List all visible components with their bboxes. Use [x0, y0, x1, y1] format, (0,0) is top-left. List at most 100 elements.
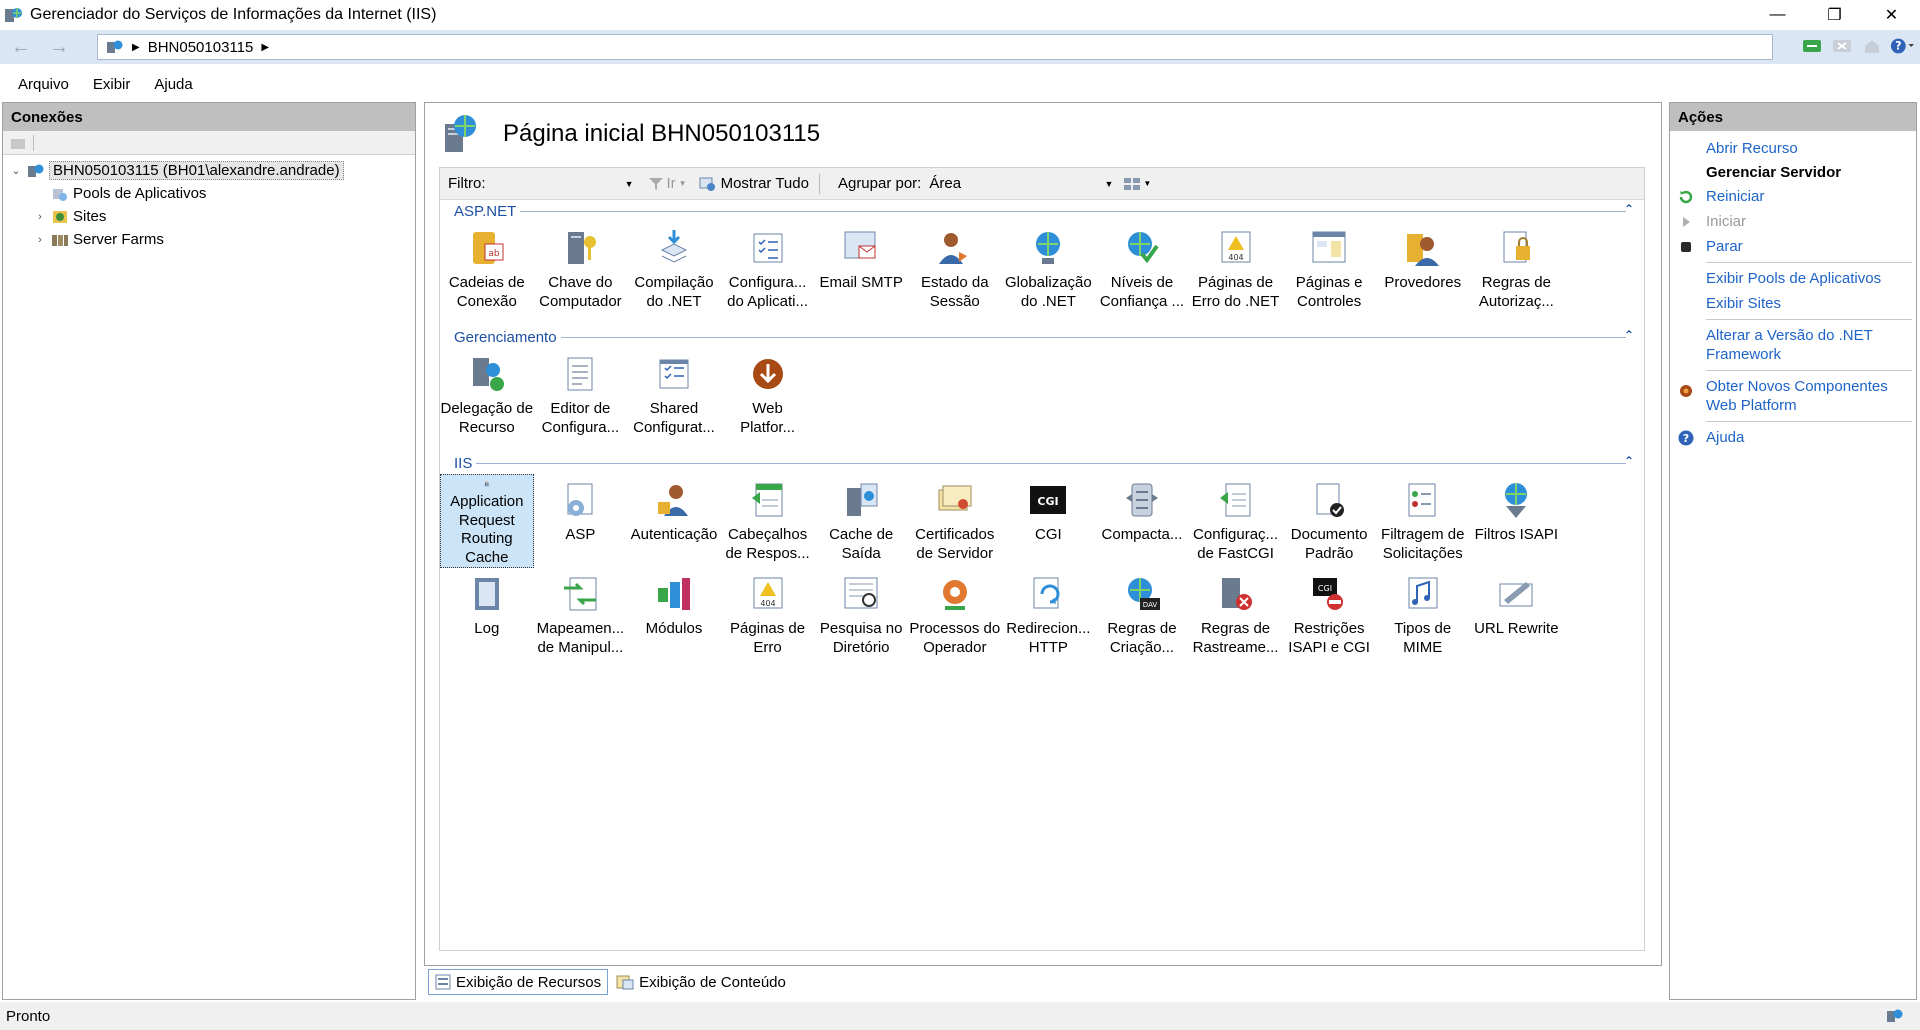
tree-node-server[interactable]: ⌄ BHN050103115 (BH01\alexandre.andrade)	[3, 159, 415, 182]
expand-icon[interactable]: ›	[33, 234, 47, 246]
group-by-select[interactable]: Área ▼	[929, 175, 1113, 192]
feature-worker-processes[interactable]: Processos do Operador	[908, 568, 1002, 668]
feature-directory-browsing[interactable]: Pesquisa no Diretório	[814, 568, 908, 668]
feature-app-settings[interactable]: Configura... do Aplicati...	[721, 222, 815, 322]
feature-net-error-pages[interactable]: 404 Páginas de Erro do .NET	[1189, 222, 1283, 322]
breadcrumb-separator[interactable]: ▶	[261, 42, 269, 53]
feature-logging[interactable]: Log	[440, 568, 534, 668]
collapse-group-icon[interactable]: ⌃	[1624, 328, 1634, 342]
feature-handler-mappings[interactable]: Mapeamen... de Manipul...	[534, 568, 628, 668]
group-header-management[interactable]: Gerenciamento ⌃	[440, 326, 1644, 348]
feature-fastcgi-settings[interactable]: Configuraç... de FastCGI	[1189, 474, 1283, 568]
tree-node-server-farms[interactable]: › Server Farms	[3, 228, 415, 251]
menu-file[interactable]: Arquivo	[18, 76, 69, 93]
connect-icon[interactable]	[1800, 34, 1824, 58]
view-app-pools-link[interactable]: Exibir Pools de Aplicativos	[1670, 269, 1916, 288]
breadcrumb-separator[interactable]: ▶	[132, 42, 140, 53]
view-sites-link[interactable]: Exibir Sites	[1670, 294, 1916, 313]
feature-machine-key[interactable]: Chave do Computador	[534, 222, 628, 322]
window-title: Gerenciador do Serviços de Informações d…	[30, 6, 437, 23]
start-link[interactable]: Iniciar	[1670, 212, 1916, 231]
feature-authentication[interactable]: Autenticação	[627, 474, 721, 568]
breadcrumb-server[interactable]: BHN050103115	[148, 39, 254, 56]
forward-button[interactable]: →	[42, 34, 76, 60]
feature-pages-controls[interactable]: Páginas e Controles	[1282, 222, 1376, 322]
disconnect-icon[interactable]	[1830, 34, 1854, 58]
feature-default-document[interactable]: Documento Padrão	[1282, 474, 1376, 568]
feature-connection-strings[interactable]: ab Cadeias de Conexão	[440, 222, 534, 322]
dropdown-icon[interactable]: ▼	[1143, 179, 1151, 188]
feature-isapi-filters[interactable]: Filtros ISAPI	[1470, 474, 1564, 568]
feature-smtp-email[interactable]: Email SMTP	[814, 222, 908, 322]
feature-url-rewrite[interactable]: URL Rewrite	[1470, 568, 1564, 668]
connect-icon[interactable]	[9, 135, 27, 151]
tree-label-sites[interactable]: Sites	[73, 208, 106, 225]
filter-input[interactable]: ▼	[490, 173, 638, 195]
help-dropdown-icon[interactable]: ?	[1890, 34, 1914, 58]
tree-label-server[interactable]: BHN050103115 (BH01\alexandre.andrade)	[49, 161, 344, 180]
feature-label: Processos do	[909, 620, 1001, 637]
feature-isapi-cgi-restrictions[interactable]: CGI Restrições ISAPI e CGI	[1282, 568, 1376, 668]
feature-label: Documento	[1290, 526, 1368, 543]
feature-cgi[interactable]: CGI CGI	[1002, 474, 1096, 568]
feature-error-pages[interactable]: 404 Páginas de Erro	[721, 568, 815, 668]
tree-node-sites[interactable]: › Sites	[3, 205, 415, 228]
feature-config-editor[interactable]: Editor de Configura...	[534, 348, 628, 448]
feature-shared-config[interactable]: Shared Configurat...	[627, 348, 721, 448]
view-mode-button[interactable]: ▼	[1123, 177, 1151, 191]
feature-trust-levels[interactable]: Níveis de Confiança ...	[1095, 222, 1189, 322]
tree-label-server-farms[interactable]: Server Farms	[73, 231, 164, 248]
minimize-button[interactable]: —	[1749, 0, 1806, 30]
group-header-iis[interactable]: IIS ⌃	[440, 452, 1644, 474]
feature-server-certificates[interactable]: Certificados de Servidor	[908, 474, 1002, 568]
change-net-version-link[interactable]: Alterar a Versão do .NET Framework	[1670, 326, 1916, 364]
feature-output-caching[interactable]: Cache de Saída	[814, 474, 908, 568]
feature-mime-types[interactable]: Tipos de MIME	[1376, 568, 1470, 668]
open-feature-link[interactable]: Abrir Recurso	[1670, 139, 1916, 158]
collapse-icon[interactable]: ⌄	[9, 164, 23, 177]
help-link[interactable]: ? Ajuda	[1670, 428, 1916, 447]
feature-failed-request-tracing[interactable]: Regras de Rastreame...	[1189, 568, 1283, 668]
dropdown-icon[interactable]: ▼	[625, 179, 634, 189]
feature-http-redirect[interactable]: Redirecion... HTTP	[1002, 568, 1096, 668]
feature-label: Platfor...	[740, 418, 796, 436]
get-web-platform-link[interactable]: Obter Novos Componentes Web Platform	[1670, 377, 1916, 415]
restart-link[interactable]: Reiniciar	[1670, 187, 1916, 206]
feature-net-globalization[interactable]: Globalização do .NET	[1002, 222, 1096, 322]
feature-authoring-rules[interactable]: DAV Regras de Criação...	[1095, 568, 1189, 668]
menu-view[interactable]: Exibir	[93, 76, 131, 93]
collapse-group-icon[interactable]: ⌃	[1624, 454, 1634, 468]
collapse-group-icon[interactable]: ⌃	[1624, 202, 1634, 216]
feature-web-platform[interactable]: Web Platfor...	[721, 348, 815, 448]
content-view-tab[interactable]: Exibição de Conteúdo	[610, 969, 792, 995]
go-button[interactable]: Ir ▼	[648, 175, 687, 192]
back-button[interactable]: ←	[4, 34, 38, 60]
feature-modules[interactable]: Módulos	[627, 568, 721, 668]
feature-label: Provedores	[1384, 274, 1462, 291]
feature-feature-delegation[interactable]: Delegação de Recurso	[440, 348, 534, 448]
dropdown-icon[interactable]: ▼	[1104, 179, 1113, 189]
feature-http-headers[interactable]: Cabeçalhos de Respos...	[721, 474, 815, 568]
feature-arr-cache[interactable]: Application Request Routing Cache	[440, 474, 534, 568]
tree-label-app-pools[interactable]: Pools de Aplicativos	[73, 185, 206, 202]
features-view-tab[interactable]: Exibição de Recursos	[428, 969, 609, 995]
feature-net-compilation[interactable]: Compilação do .NET	[627, 222, 721, 322]
feature-providers[interactable]: Provedores	[1376, 222, 1470, 322]
close-button[interactable]: ✕	[1863, 0, 1920, 30]
feature-compression[interactable]: Compacta...	[1095, 474, 1189, 568]
home-icon[interactable]	[1860, 34, 1884, 58]
stop-link[interactable]: Parar	[1670, 237, 1916, 256]
feature-authorization-rules[interactable]: Regras de Autorizaç...	[1470, 222, 1564, 322]
dropdown-icon[interactable]: ▼	[679, 179, 687, 188]
tree-node-app-pools[interactable]: Pools de Aplicativos	[3, 182, 415, 205]
menu-help[interactable]: Ajuda	[154, 76, 192, 93]
breadcrumb[interactable]: ▶ BHN050103115 ▶	[97, 34, 1773, 60]
feature-request-filtering[interactable]: Filtragem de Solicitações	[1376, 474, 1470, 568]
feature-session-state[interactable]: Estado da Sessão	[908, 222, 1002, 322]
group-header-aspnet[interactable]: ASP.NET ⌃	[440, 200, 1644, 222]
expand-icon[interactable]: ›	[33, 211, 47, 223]
maximize-button[interactable]: ❐	[1806, 0, 1863, 30]
group-management: Gerenciamento ⌃ Delegação de Recurso Edito…	[440, 326, 1644, 448]
feature-asp[interactable]: ASP	[534, 474, 628, 568]
show-all-button[interactable]: Mostrar Tudo	[699, 175, 809, 192]
